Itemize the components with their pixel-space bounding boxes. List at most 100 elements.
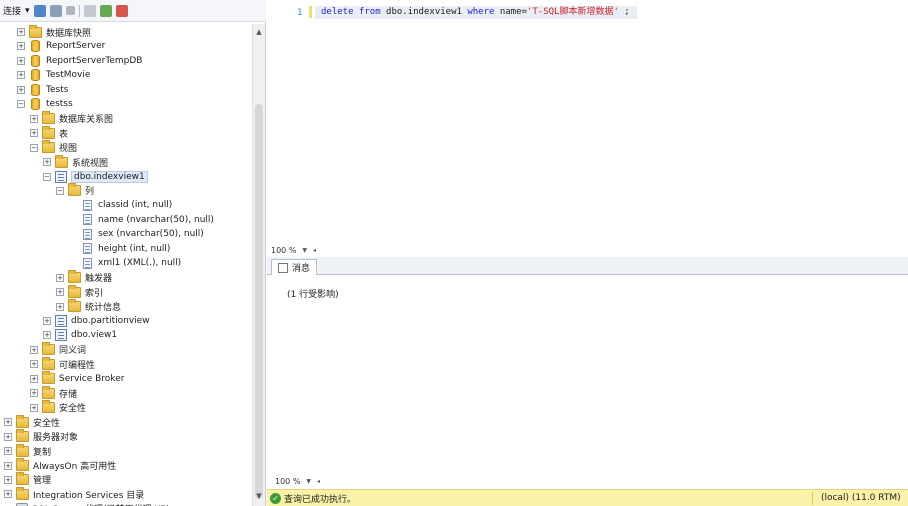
tree-node[interactable]: + 可编程性 [30,356,95,371]
folder-icon [16,458,29,471]
expand-icon[interactable]: + [56,302,64,311]
tab-messages[interactable]: 消息 [271,259,318,275]
code-line[interactable]: delete from dbo.indexview1 where name='T… [315,6,637,19]
expand-icon[interactable]: + [17,28,25,36]
tree-node[interactable]: + 索引 [56,284,103,299]
collapse-icon[interactable]: − [30,143,38,152]
status-bar: ✓ 查询已成功执行。 (local) (11.0 RTM) [267,489,908,506]
scroll-left-icon[interactable]: ◂ [317,478,320,485]
editor-zoom-level[interactable]: 100 % [271,246,296,255]
view-icon [55,329,67,342]
tree-node-label: 安全性 [33,418,61,429]
tree-node[interactable]: sex (nvarchar(50), null) [69,227,204,241]
tree-node[interactable]: + 数据库关系图 [30,111,113,126]
tree-node[interactable]: + 同义词 [30,342,86,357]
expand-icon[interactable]: + [30,114,38,123]
tree-node[interactable]: + 管理 [4,472,51,487]
tree-node[interactable]: + 统计信息 [56,299,121,314]
connect-button[interactable]: 连接 [3,4,21,17]
expand-icon[interactable]: + [4,490,12,499]
object-explorer-scrollbar[interactable]: ▲ ▼ [252,24,265,506]
scroll-left-icon[interactable]: ◂ [313,247,316,254]
tree-node-label: 安全性 [59,404,87,415]
tree-node[interactable]: + 触发器 [56,270,112,285]
connect-object-explorer-icon[interactable] [33,4,46,17]
tree-node[interactable]: − 列 [56,183,94,198]
results-zoom-level[interactable]: 100 % [275,477,300,486]
scroll-down-icon[interactable]: ▼ [253,490,265,502]
tree-node[interactable]: + ReportServer [17,39,105,53]
object-explorer-toolbar: 连接 ▾ [0,0,266,22]
tree-node[interactable]: SQL Server 代理(已禁用代理 XP) [4,502,170,506]
expand-icon[interactable]: + [30,389,38,398]
tree-node-label: dbo.view1 [71,330,118,341]
expand-icon[interactable]: + [4,418,12,427]
expand-icon[interactable]: + [30,360,38,369]
query-editor[interactable]: 1 delete from dbo.indexview1 where name=… [267,0,908,243]
tree-node[interactable]: + 表 [30,125,69,140]
activity-monitor-icon[interactable] [115,4,128,17]
tree-node[interactable]: + 服务器对象 [4,429,78,444]
zoom-dropdown-icon[interactable]: ▼ [306,478,311,485]
collapse-icon[interactable]: − [43,172,51,181]
expand-icon[interactable]: + [30,345,38,354]
tree-node[interactable]: name (nvarchar(50), null) [69,213,214,227]
tree-node[interactable]: − 视图 [30,140,77,155]
tree-node[interactable]: + 安全性 [4,414,61,429]
refresh-icon[interactable] [99,4,112,17]
expand-icon[interactable]: + [4,475,12,484]
tree-node[interactable]: xml1 (XML(.), null) [69,256,181,270]
tree-node[interactable]: + AlwaysOn 高可用性 [4,458,116,473]
tree-node[interactable]: − dbo.indexview1 [43,170,148,184]
tree-node[interactable]: + ReportServerTempDB [17,54,142,68]
connect-dropdown-icon[interactable]: ▾ [25,6,30,16]
expand-icon[interactable]: + [43,317,51,325]
tree-node[interactable]: + 复制 [4,443,51,458]
expand-icon[interactable]: + [17,85,25,94]
tree-node-label: 表 [59,129,69,140]
tree-node[interactable]: + 数据库快照 [17,24,91,39]
line-number: 1 [297,8,303,18]
tree-node[interactable]: + Service Broker [30,371,124,386]
expand-icon[interactable]: + [30,403,38,412]
tree-node[interactable]: + 系统视图 [43,154,108,169]
tree-node[interactable]: classid (int, null) [69,198,172,212]
collapse-icon[interactable]: − [56,186,64,195]
stop-icon[interactable] [65,6,75,15]
tree-node[interactable]: − testss [17,97,73,111]
database-icon [31,98,40,111]
expand-icon[interactable]: + [4,461,12,470]
expand-icon[interactable]: + [30,129,38,138]
tree-node[interactable]: + Tests [17,83,68,97]
tree-node[interactable]: height (int, null) [69,242,170,256]
keyword-delete: delete [321,7,354,17]
disconnect-icon[interactable] [49,4,62,17]
scrollbar-thumb[interactable] [255,104,263,499]
expand-icon[interactable]: + [17,71,25,80]
tree-node[interactable]: + Integration Services 目录 [4,486,144,501]
column-icon [83,228,92,240]
expand-icon[interactable]: + [43,331,51,340]
scroll-up-icon[interactable]: ▲ [253,26,265,38]
results-tabstrip: 消息 [267,257,908,275]
tree-node[interactable]: + TestMovie [17,68,90,82]
zoom-dropdown-icon[interactable]: ▼ [302,247,307,254]
tree-node-label: ReportServer [46,41,106,52]
tree-node[interactable]: + dbo.view1 [43,328,117,342]
expand-icon[interactable]: + [56,273,64,282]
expand-icon[interactable]: + [17,56,25,65]
tree-node[interactable]: + 存储 [30,385,77,400]
expand-icon[interactable]: + [17,42,25,51]
expand-icon[interactable]: + [4,447,12,456]
expand-icon[interactable]: + [4,432,12,441]
string-literal: 'T-SQL脚本新增数据' [526,7,619,17]
tree-node[interactable]: + 安全性 [30,400,87,415]
expand-icon[interactable]: + [56,288,64,297]
folder-icon [68,299,81,313]
filter-icon[interactable] [83,4,96,17]
tree-node[interactable]: + dbo.partitionview [43,314,150,328]
collapse-icon[interactable]: − [17,100,25,109]
expand-icon[interactable]: + [30,374,38,383]
expand-icon[interactable]: + [43,158,51,167]
